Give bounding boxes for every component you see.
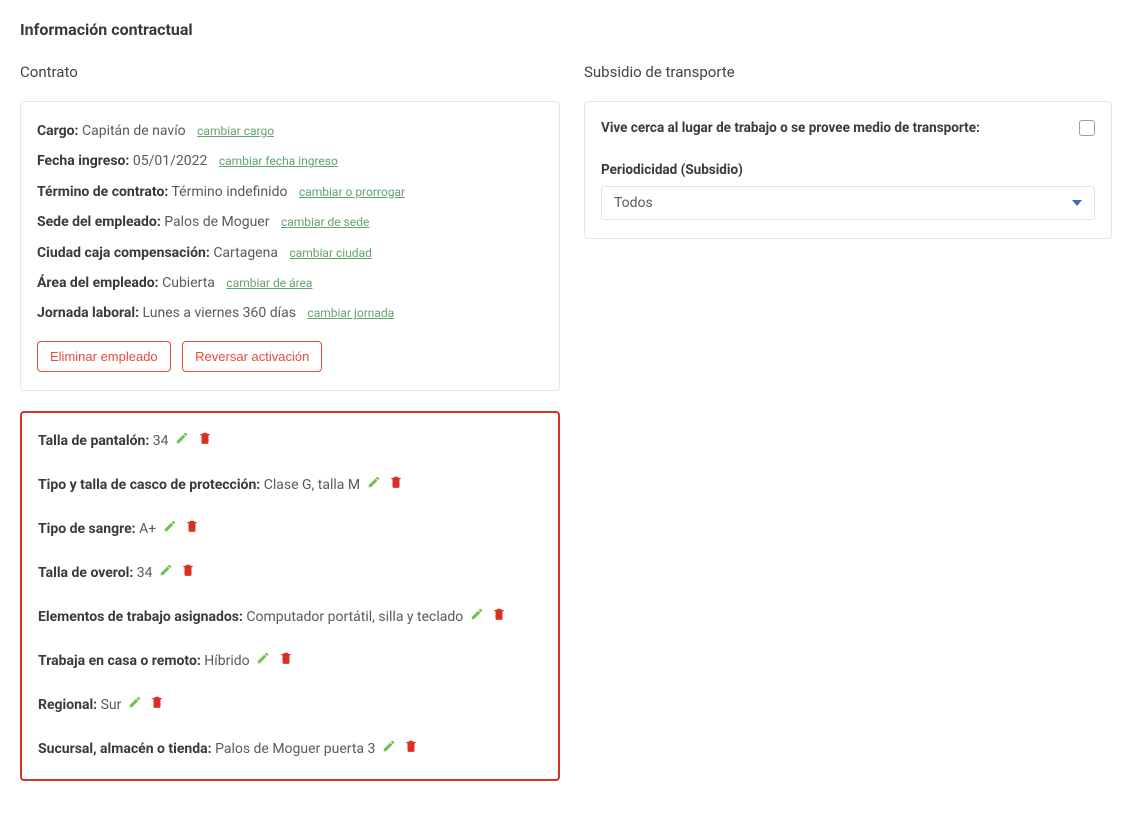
contract-section-title: Contrato [20, 63, 560, 81]
custom-field-value: Clase G, talla M [264, 477, 360, 493]
change-link[interactable]: cambiar jornada [307, 306, 394, 320]
custom-field-row: Elementos de trabajo asignados: Computad… [38, 607, 542, 625]
trash-delete-icon[interactable] [181, 563, 197, 579]
contract-row: Cargo: Capitán de navío cambiar cargo [37, 120, 543, 142]
contract-row-label: Término de contrato: [37, 184, 168, 200]
change-link[interactable]: cambiar ciudad [289, 246, 371, 260]
contract-row-label: Sede del empleado: [37, 214, 161, 230]
custom-field-label: Elementos de trabajo asignados: [38, 609, 243, 625]
contract-row-label: Ciudad caja compensación: [37, 245, 210, 261]
periodicity-select[interactable]: Todos [601, 186, 1095, 220]
pencil-edit-icon[interactable] [128, 695, 144, 711]
pencil-edit-icon[interactable] [175, 431, 191, 447]
custom-fields-card: Talla de pantalón: 34 Tipo y talla de ca… [20, 411, 560, 781]
contract-row: Área del empleado: Cubierta cambiar de á… [37, 272, 543, 294]
trash-delete-icon[interactable] [185, 519, 201, 535]
contract-row-label: Área del empleado: [37, 275, 159, 291]
custom-field-label: Talla de overol: [38, 565, 133, 581]
pencil-edit-icon[interactable] [470, 607, 486, 623]
contract-card: Cargo: Capitán de navío cambiar cargo Fe… [20, 101, 560, 391]
page-title: Información contractual [20, 20, 1112, 39]
trash-delete-icon[interactable] [404, 739, 420, 755]
custom-field-label: Regional: [38, 697, 97, 713]
pencil-edit-icon[interactable] [382, 739, 398, 755]
custom-field-value: Híbrido [204, 653, 249, 669]
custom-field-value: A+ [139, 521, 156, 537]
custom-field-row: Regional: Sur [38, 695, 542, 713]
custom-field-value: Sur [101, 697, 122, 713]
pencil-edit-icon[interactable] [163, 519, 179, 535]
change-link[interactable]: cambiar de sede [281, 215, 369, 229]
subsidy-section-title: Subsidio de transporte [584, 63, 1112, 81]
custom-field-label: Trabaja en casa o remoto: [38, 653, 201, 669]
trash-delete-icon[interactable] [492, 607, 508, 623]
periodicity-label: Periodicidad (Subsidio) [601, 162, 1095, 178]
pencil-edit-icon[interactable] [256, 651, 272, 667]
contract-row: Término de contrato: Término indefinido … [37, 181, 543, 203]
trash-delete-icon[interactable] [389, 475, 405, 491]
change-link[interactable]: cambiar cargo [197, 124, 274, 138]
contract-row-label: Cargo: [37, 123, 79, 139]
custom-field-value: Computador portátil, silla y teclado [246, 609, 463, 625]
reverse-activation-button[interactable]: Reversar activación [182, 341, 322, 372]
trash-delete-icon[interactable] [150, 695, 166, 711]
change-link[interactable]: cambiar de área [226, 276, 312, 290]
custom-field-row: Sucursal, almacén o tienda: Palos de Mog… [38, 739, 542, 757]
change-link[interactable]: cambiar fecha ingreso [219, 154, 338, 168]
contract-row: Sede del empleado: Palos de Moguer cambi… [37, 211, 543, 233]
change-link[interactable]: cambiar o prorrogar [299, 185, 405, 199]
custom-field-value: 34 [137, 565, 153, 581]
custom-field-row: Tipo de sangre: A+ [38, 519, 542, 537]
contract-row-value: Palos de Moguer [164, 214, 269, 230]
contract-row-value: Lunes a viernes 360 días [143, 305, 296, 321]
custom-field-label: Sucursal, almacén o tienda: [38, 741, 212, 757]
near-work-label: Vive cerca al lugar de trabajo o se prov… [601, 120, 980, 136]
contract-row: Ciudad caja compensación: Cartagena camb… [37, 242, 543, 264]
contract-row-value: 05/01/2022 [133, 153, 208, 169]
contract-row-value: Capitán de navío [82, 123, 186, 139]
custom-field-label: Tipo de sangre: [38, 521, 136, 537]
custom-field-row: Tipo y talla de casco de protección: Cla… [38, 475, 542, 493]
contract-row-label: Fecha ingreso: [37, 153, 129, 169]
pencil-edit-icon[interactable] [159, 563, 175, 579]
custom-field-value: 34 [153, 433, 169, 449]
custom-field-label: Talla de pantalón: [38, 433, 149, 449]
contract-row-value: Cartagena [213, 245, 278, 261]
custom-field-row: Talla de overol: 34 [38, 563, 542, 581]
periodicity-select-value: Todos [614, 195, 653, 211]
subsidy-card: Vive cerca al lugar de trabajo o se prov… [584, 101, 1112, 239]
trash-delete-icon[interactable] [279, 651, 295, 667]
near-work-checkbox[interactable] [1079, 120, 1095, 136]
contract-row-value: Cubierta [162, 275, 215, 291]
contract-row: Jornada laboral: Lunes a viernes 360 día… [37, 302, 543, 324]
contract-row-value: Término indefinido [172, 184, 288, 200]
custom-field-row: Talla de pantalón: 34 [38, 431, 542, 449]
chevron-down-icon [1072, 200, 1082, 206]
delete-employee-button[interactable]: Eliminar empleado [37, 341, 171, 372]
contract-row-label: Jornada laboral: [37, 305, 139, 321]
contract-row: Fecha ingreso: 05/01/2022 cambiar fecha … [37, 150, 543, 172]
custom-field-label: Tipo y talla de casco de protección: [38, 477, 260, 493]
custom-field-value: Palos de Moguer puerta 3 [215, 741, 375, 757]
custom-field-row: Trabaja en casa o remoto: Híbrido [38, 651, 542, 669]
trash-delete-icon[interactable] [198, 431, 214, 447]
pencil-edit-icon[interactable] [367, 475, 383, 491]
